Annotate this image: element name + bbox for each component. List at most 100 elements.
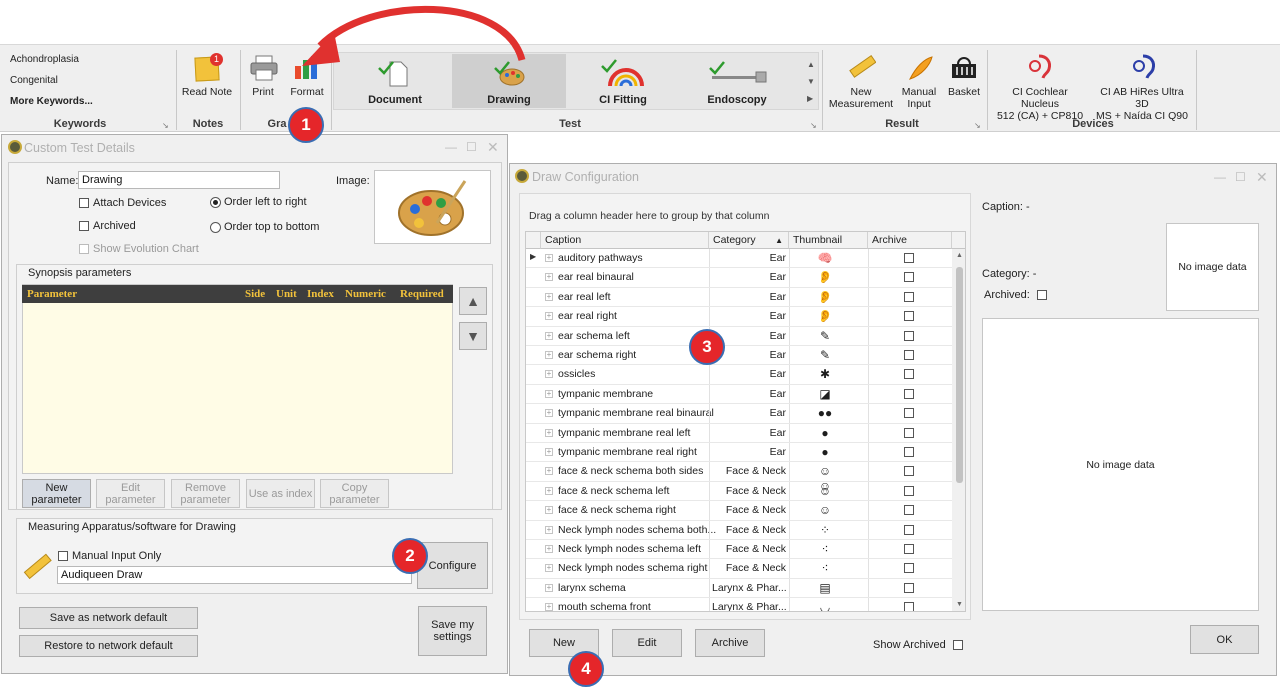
drawing-row[interactable]: + ear real binaural Ear 👂 xyxy=(526,268,952,288)
gallery-scroll-arrows[interactable]: ▲ ▼ ▶ xyxy=(807,56,815,107)
save-my-settings-button[interactable]: Save my settings xyxy=(418,606,487,656)
expand-icon[interactable]: + xyxy=(545,583,553,592)
grid-scrollbar[interactable]: ▲ ▼ xyxy=(952,249,965,611)
row-archive-checkbox[interactable] xyxy=(904,485,914,496)
cochlear-implant-icon[interactable] xyxy=(1024,52,1054,82)
copy-parameter-button[interactable]: Copy parameter xyxy=(320,479,389,508)
row-archive-checkbox[interactable] xyxy=(904,466,914,477)
basket-button[interactable]: Basket xyxy=(944,86,984,98)
drawing-row[interactable]: + face & neck schema left Face & Neck ☺ xyxy=(526,481,952,502)
drawing-grid[interactable]: Caption Category ▲ Thumbnail Archive ▶ + au… xyxy=(525,231,966,612)
drawing-row[interactable]: + tympanic membrane real left Ear ● xyxy=(526,423,952,443)
drawing-row[interactable]: + ear real left Ear 👂 xyxy=(526,287,952,308)
expand-icon[interactable]: + xyxy=(545,273,553,282)
drawing-row[interactable]: + Neck lymph nodes schema both... Face & N… xyxy=(526,520,952,540)
row-archive-checkbox[interactable] xyxy=(904,427,914,438)
expand-icon[interactable]: + xyxy=(545,409,553,418)
dialog-launcher-icon[interactable]: ↘ xyxy=(974,121,981,130)
drawing-row[interactable]: + larynx schema Larynx & Phar... ▤ xyxy=(526,578,952,599)
maximize-icon[interactable]: ☐ xyxy=(1235,170,1246,184)
configure-button[interactable]: Configure xyxy=(417,542,488,589)
expand-icon[interactable]: + xyxy=(545,312,553,321)
name-input[interactable]: Drawing xyxy=(78,171,280,189)
maximize-icon[interactable]: ☐ xyxy=(466,140,477,154)
print-button[interactable]: Print xyxy=(246,86,280,98)
drawing-row[interactable]: + Neck lymph nodes schema right Face & Nec… xyxy=(526,559,952,579)
drawing-row[interactable]: + tympanic membrane real right Ear ● xyxy=(526,443,952,463)
move-up-button[interactable]: ▲ xyxy=(459,287,487,315)
remove-parameter-button[interactable]: Remove parameter xyxy=(171,479,240,508)
scroll-thumb[interactable] xyxy=(956,267,963,483)
move-down-button[interactable]: ▼ xyxy=(459,322,487,350)
drawing-row[interactable]: + ear schema left Ear ✎ xyxy=(526,326,952,346)
archive-drawing-button[interactable]: Archive xyxy=(695,629,765,657)
order-left-right-radio[interactable]: Order left to right xyxy=(210,196,307,208)
row-archive-checkbox[interactable] xyxy=(904,253,914,263)
close-icon[interactable]: ✕ xyxy=(1256,169,1268,186)
image-box[interactable] xyxy=(374,170,491,244)
expand-icon[interactable]: + xyxy=(545,486,553,495)
drawing-row[interactable]: + ossicles Ear ✱ xyxy=(526,365,952,385)
restore-network-default-button[interactable]: Restore to network default xyxy=(19,635,198,657)
keyword-achondroplasia[interactable]: Achondroplasia xyxy=(10,54,79,65)
read-note-button[interactable]: Read Note xyxy=(180,86,234,98)
drawing-row[interactable]: + face & neck schema both sides Face & Nec… xyxy=(526,462,952,493)
drawing-row[interactable]: + mouth schema front Larynx & Phar... ◡ xyxy=(526,598,952,611)
close-icon[interactable]: ✕ xyxy=(487,139,499,156)
expand-icon[interactable]: + xyxy=(545,564,553,573)
minimize-icon[interactable]: — xyxy=(445,140,457,154)
scroll-down-icon[interactable]: ▼ xyxy=(956,601,963,608)
row-archive-checkbox[interactable] xyxy=(904,272,914,283)
basket-icon[interactable] xyxy=(950,54,978,80)
expand-icon[interactable]: + xyxy=(545,603,553,611)
expand-icon[interactable]: + xyxy=(545,292,553,301)
row-archive-checkbox[interactable] xyxy=(904,408,914,419)
expand-icon[interactable]: + xyxy=(545,506,553,515)
expand-icon[interactable]: + xyxy=(545,370,553,379)
printer-icon[interactable] xyxy=(249,55,279,81)
device-advanced-bionics[interactable]: CI AB HiRes Ultra 3D MS + Naída CI Q90 xyxy=(1094,86,1190,122)
drawing-row[interactable]: + tympanic membrane real binaural Ear ●● xyxy=(526,404,952,424)
expand-icon[interactable]: + xyxy=(545,351,553,359)
edit-parameter-button[interactable]: Edit parameter xyxy=(96,479,165,508)
ok-button[interactable]: OK xyxy=(1190,625,1259,654)
drawing-row[interactable]: + Neck lymph nodes schema left Face & Neck… xyxy=(526,540,952,560)
col-index[interactable]: Index xyxy=(307,285,334,303)
row-archive-checkbox[interactable] xyxy=(904,563,914,574)
expand-icon[interactable]: + xyxy=(545,254,553,262)
drawing-row[interactable]: + ear schema right Ear ✎ xyxy=(526,346,952,366)
manual-input-only-checkbox[interactable]: Manual Input Only xyxy=(58,550,161,562)
order-top-bottom-radio[interactable]: Order top to bottom xyxy=(210,221,319,233)
use-as-index-button[interactable]: Use as index xyxy=(246,479,315,508)
more-keywords-link[interactable]: More Keywords... xyxy=(10,96,93,107)
drawing-row[interactable]: ▶ + auditory pathways Ear 🧠 xyxy=(526,249,952,269)
edit-drawing-button[interactable]: Edit xyxy=(612,629,682,657)
row-archive-checkbox[interactable] xyxy=(904,505,914,516)
ruler-icon[interactable] xyxy=(848,55,876,81)
drawing-row[interactable]: + tympanic membrane Ear ◪ xyxy=(526,384,952,405)
expand-icon[interactable]: + xyxy=(545,331,553,340)
drawing-row[interactable]: + face & neck schema right Face & Neck ☺ xyxy=(526,501,952,521)
row-archive-checkbox[interactable] xyxy=(904,582,914,593)
test-endoscopy[interactable]: Endoscopy xyxy=(680,54,794,108)
expand-icon[interactable]: + xyxy=(545,428,553,437)
col-numeric[interactable]: Numeric xyxy=(345,285,386,303)
row-archive-checkbox[interactable] xyxy=(904,544,914,554)
col-thumbnail[interactable]: Thumbnail xyxy=(789,232,868,249)
col-category[interactable]: Category ▲ xyxy=(709,232,789,249)
col-archive[interactable]: Archive xyxy=(868,232,952,249)
device-cochlear[interactable]: CI Cochlear Nucleus 512 (CA) + CP810 xyxy=(992,86,1088,122)
row-archive-checkbox[interactable] xyxy=(904,602,914,611)
col-required[interactable]: Required xyxy=(400,285,444,303)
row-archive-checkbox[interactable] xyxy=(904,369,914,380)
advanced-bionics-implant-icon[interactable] xyxy=(1128,52,1158,82)
show-archived-checkbox[interactable]: Show Archived xyxy=(873,639,967,651)
expand-icon[interactable]: + xyxy=(545,545,553,553)
col-unit[interactable]: Unit xyxy=(276,285,297,303)
expand-icon[interactable]: + xyxy=(545,525,553,534)
col-caption[interactable]: Caption xyxy=(541,232,709,249)
save-network-default-button[interactable]: Save as network default xyxy=(19,607,198,629)
row-archive-checkbox[interactable] xyxy=(904,311,914,322)
format-button[interactable]: Format xyxy=(286,86,328,98)
dialog-launcher-icon[interactable]: ↘ xyxy=(810,121,817,130)
